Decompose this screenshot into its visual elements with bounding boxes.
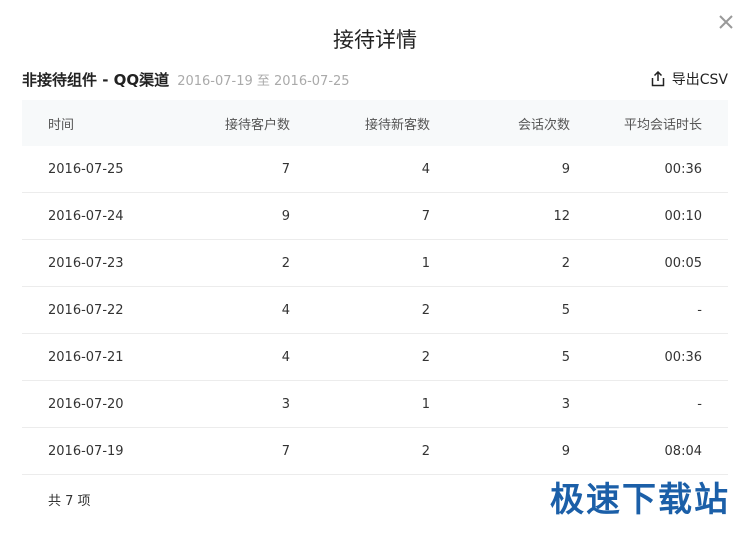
table-cell: 12 [553,208,570,224]
table-cell: 00:05 [664,255,702,271]
dialog-title: 接待详情 [333,28,417,52]
table-cell: - [697,302,702,318]
table-cell: 7 [421,208,430,224]
table-cell: 9 [561,161,570,177]
column-header[interactable]: 时间 [22,114,172,133]
table-cell-date: 2016-07-21 [48,349,124,365]
export-csv-label: 导出CSV [671,72,728,88]
table-row: 2016-07-25 7 4 9 00:36 [22,146,728,193]
sub-header: 非接待组件 - QQ渠道 2016-07-19 至 2016-07-25 导出C… [22,68,728,90]
column-header[interactable]: 接待客户数 [172,114,302,133]
table-cell: 2 [421,349,430,365]
table-cell-date: 2016-07-19 [48,443,124,459]
table-cell: 00:36 [664,349,702,365]
table-cell: 7 [281,161,290,177]
share-upload-icon [651,71,664,87]
table-cell-date: 2016-07-24 [48,208,124,224]
table-row: 2016-07-21 4 2 5 00:36 [22,334,728,381]
table-cell: 7 [281,443,290,459]
table-cell: 4 [281,349,290,365]
table-cell: 2 [281,255,290,271]
table-cell: 2 [421,443,430,459]
table-cell-date: 2016-07-25 [48,161,124,177]
table-cell: 5 [561,302,570,318]
table-cell: 4 [281,302,290,318]
table-cell: 4 [421,161,430,177]
report-title: 非接待组件 - QQ渠道 [22,70,170,89]
table-cell: 5 [561,349,570,365]
table-cell: 9 [281,208,290,224]
table-cell: 00:36 [664,161,702,177]
export-csv-button[interactable]: 导出CSV [650,69,728,89]
table-header-row: 时间 接待客户数 接待新客数 会话次数 平均会话时长 [22,100,728,146]
table-row: 2016-07-19 7 2 9 08:04 [22,428,728,475]
table-cell: - [697,396,702,412]
table-row: 2016-07-22 4 2 5 - [22,287,728,334]
table-row: 2016-07-20 3 1 3 - [22,381,728,428]
table-cell-date: 2016-07-20 [48,396,124,412]
total-count: 共 7 项 [48,494,91,509]
column-header[interactable]: 平均会话时长 [582,114,728,133]
table-cell: 2 [561,255,570,271]
table-cell: 2 [421,302,430,318]
table-row: 2016-07-24 9 7 12 00:10 [22,193,728,240]
site-watermark: 极速下载站 [550,480,730,520]
detail-table: 时间 接待客户数 接待新客数 会话次数 平均会话时长 2016-07-25 7 … [22,100,728,475]
table-cell: 08:04 [664,443,702,459]
column-header[interactable]: 接待新客数 [302,114,442,133]
table-cell-date: 2016-07-23 [48,255,124,271]
table-cell-date: 2016-07-22 [48,302,124,318]
table-cell: 1 [421,255,430,271]
table-cell: 1 [421,396,430,412]
table-row: 2016-07-23 2 1 2 00:05 [22,240,728,287]
table-cell: 00:10 [664,208,702,224]
date-range: 2016-07-19 至 2016-07-25 [177,73,350,89]
column-header[interactable]: 会话次数 [442,114,582,133]
table-cell: 9 [561,443,570,459]
table-cell: 3 [561,396,570,412]
table-cell: 3 [281,396,290,412]
